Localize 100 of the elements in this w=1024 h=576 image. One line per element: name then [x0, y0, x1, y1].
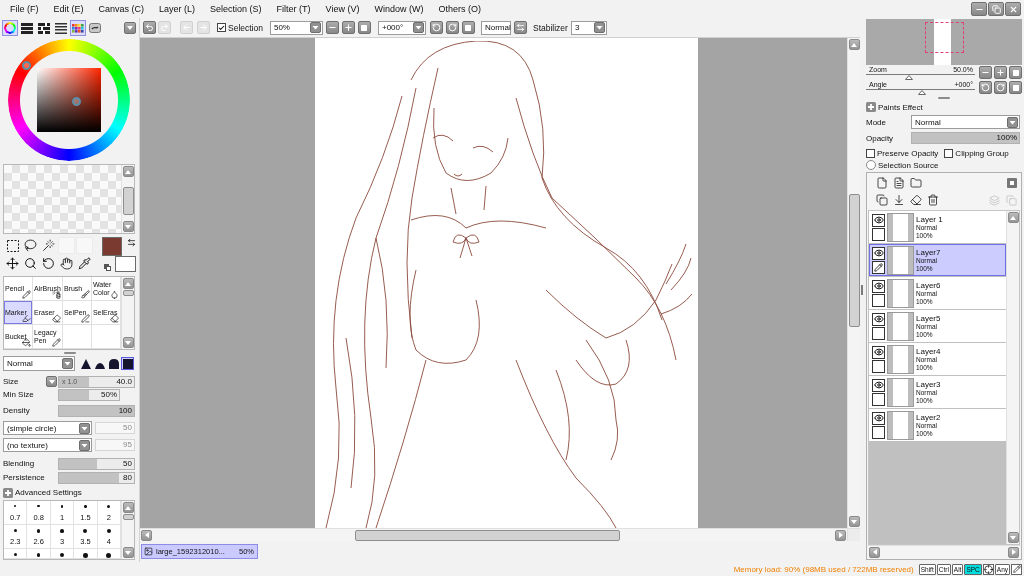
menu-item[interactable]: Filter (T) — [276, 4, 311, 14]
scrollbar-thumb[interactable] — [122, 514, 134, 520]
lasso-tool[interactable] — [22, 237, 39, 254]
brush-size-button[interactable] — [27, 549, 51, 559]
scrollbar-thumb[interactable] — [355, 529, 620, 541]
scrollbar-thumb[interactable] — [122, 187, 134, 215]
brush-mode-dropdown[interactable]: Normal — [3, 356, 75, 371]
slider-thumb[interactable] — [917, 90, 926, 95]
visibility-toggle[interactable] — [872, 279, 885, 293]
layer-edit-box[interactable] — [872, 359, 885, 373]
rotation-reset-button[interactable] — [461, 21, 475, 34]
scroll-down-button[interactable] — [122, 221, 134, 232]
scroll-right-button[interactable] — [835, 529, 846, 541]
scrollbar-thumb[interactable] — [848, 194, 860, 327]
brush-size-button[interactable] — [74, 549, 98, 559]
color-mode-button[interactable] — [53, 20, 69, 36]
rotation-reset-button[interactable] — [1009, 81, 1022, 94]
scroll-up-button[interactable] — [1007, 212, 1019, 223]
minimize-button[interactable] — [971, 2, 987, 16]
scroll-down-button[interactable] — [848, 516, 860, 527]
flip-button[interactable] — [513, 21, 527, 34]
rotate-left-button[interactable] — [979, 81, 992, 94]
color-mode-button[interactable] — [2, 20, 18, 36]
zoom-out-button[interactable] — [979, 66, 992, 79]
zoom-field[interactable]: 50% — [269, 20, 323, 35]
page-lines-icon[interactable] — [893, 177, 905, 189]
menu-item[interactable]: File (F) — [10, 4, 39, 14]
rectangle-select-tool[interactable] — [4, 237, 21, 254]
visibility-toggle[interactable] — [872, 411, 885, 425]
brush-size-button[interactable] — [50, 549, 75, 559]
square-in-square-icon[interactable] — [1007, 178, 1017, 188]
menu-item[interactable]: Window (W) — [374, 4, 424, 14]
zoom-in-button[interactable] — [341, 21, 355, 34]
visibility-toggle[interactable] — [872, 246, 885, 260]
color-mode-button[interactable] — [36, 20, 52, 36]
layer-edit-box[interactable] — [872, 260, 885, 274]
brush-shape-button[interactable] — [79, 357, 92, 370]
scroll-up-button[interactable] — [122, 502, 134, 513]
zoom-out-button[interactable] — [325, 21, 339, 34]
scrollbar-thumb[interactable] — [122, 290, 134, 296]
rotate-right-button[interactable] — [445, 21, 459, 34]
min-size-slider[interactable]: 50% — [58, 388, 120, 401]
color-handle[interactable] — [72, 96, 82, 106]
color-mode-button[interactable] — [70, 20, 86, 36]
visibility-toggle[interactable] — [872, 345, 885, 359]
restore-button[interactable] — [988, 2, 1004, 16]
blending-slider[interactable]: 50 — [58, 457, 135, 470]
advanced-settings-toggle[interactable]: Advanced Settings — [3, 486, 82, 499]
stabilizer-field[interactable]: 3 — [570, 20, 607, 35]
brush-size-button[interactable] — [97, 549, 121, 559]
paints-effect-toggle[interactable]: Paints Effect — [866, 101, 923, 113]
close-button[interactable] — [1005, 2, 1021, 16]
folder-icon[interactable] — [910, 177, 922, 189]
color-mode-button[interactable] — [87, 20, 103, 36]
menu-item[interactable]: Others (O) — [438, 4, 481, 14]
move-tool[interactable] — [4, 255, 21, 272]
scroll-left-button[interactable] — [869, 546, 880, 558]
scroll-right-button[interactable] — [1008, 546, 1019, 558]
history-button[interactable] — [143, 21, 156, 34]
scroll-up-button[interactable] — [122, 166, 134, 177]
menu-item[interactable]: Edit (E) — [53, 4, 84, 14]
layer-mode-dropdown[interactable]: Normal — [911, 115, 1020, 129]
panel-menu-button[interactable] — [124, 22, 136, 34]
zoom-reset-button[interactable] — [1009, 66, 1022, 79]
hue-handle[interactable] — [21, 61, 31, 71]
clipping-group-checkbox[interactable] — [944, 148, 954, 158]
blank-page-icon[interactable] — [876, 177, 888, 189]
view-frame[interactable] — [925, 22, 964, 53]
brush-shape-button[interactable] — [121, 357, 134, 370]
layer-edit-box[interactable] — [872, 293, 885, 307]
menu-item[interactable]: Canvas (C) — [98, 4, 145, 14]
splitter-grip[interactable] — [860, 285, 863, 295]
persistence-slider[interactable]: 80 — [58, 471, 135, 484]
trash-icon[interactable] — [927, 194, 939, 206]
preserve-opacity-checkbox[interactable] — [866, 148, 875, 158]
blend-mode-field[interactable]: Normal — [480, 20, 511, 35]
scroll-down-button[interactable] — [122, 547, 134, 558]
eyedropper-tool[interactable] — [76, 255, 93, 272]
color-mode-button[interactable] — [19, 20, 35, 36]
layer-edit-box[interactable] — [872, 227, 885, 241]
zoom-reset-button[interactable] — [357, 21, 371, 34]
rotate-left-button[interactable] — [429, 21, 443, 34]
slider-thumb[interactable] — [904, 75, 913, 80]
selection-checkbox[interactable] — [217, 23, 226, 32]
visibility-toggle[interactable] — [872, 378, 885, 392]
scroll-up-button[interactable] — [122, 278, 134, 289]
rotate-right-button[interactable] — [994, 81, 1007, 94]
scroll-down-button[interactable] — [122, 337, 134, 348]
menu-item[interactable]: View (V) — [325, 4, 360, 14]
overlapping-squares-icon[interactable] — [104, 264, 111, 271]
brush-shape-button[interactable] — [107, 357, 120, 370]
swap-arrows-icon[interactable] — [127, 238, 136, 247]
down-arrow-icon[interactable] — [893, 194, 905, 206]
saturation-value-square[interactable] — [37, 68, 101, 132]
density-slider[interactable]: 100 — [58, 404, 135, 417]
visibility-toggle[interactable] — [872, 312, 885, 326]
copy-icon[interactable] — [876, 194, 888, 206]
selection-source-radio[interactable] — [866, 160, 876, 170]
zoom-slider[interactable] — [866, 74, 975, 80]
scroll-up-button[interactable] — [848, 39, 860, 50]
